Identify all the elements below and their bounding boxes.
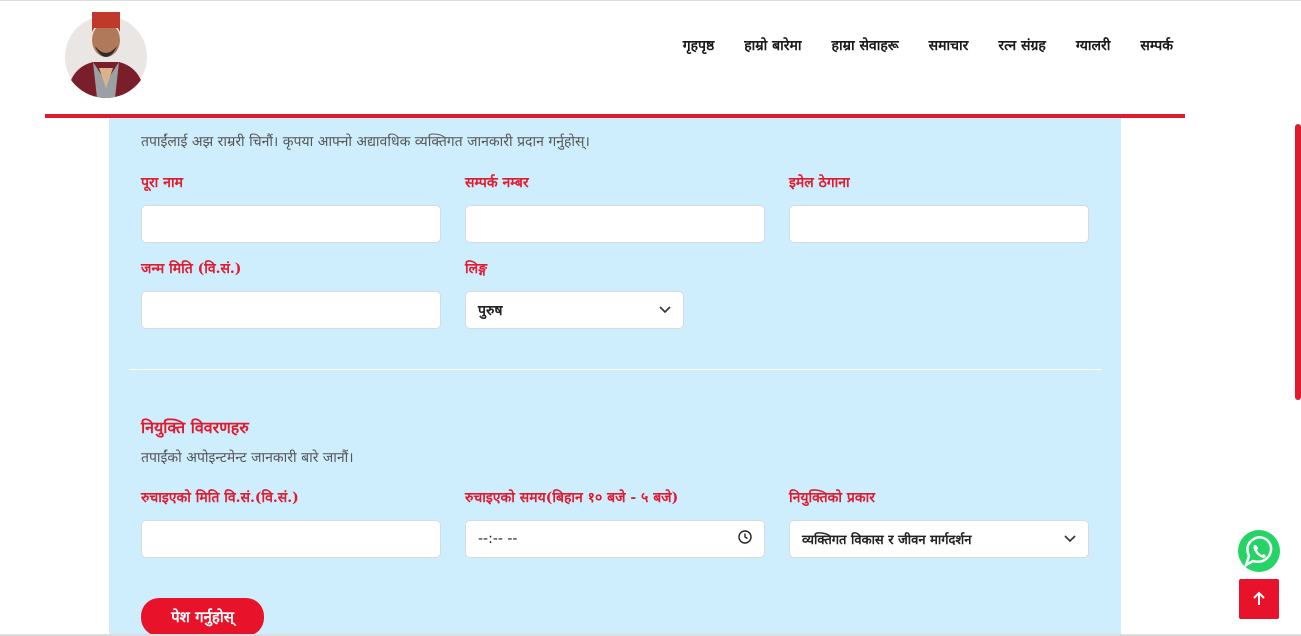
appointment-type-select[interactable]: व्यक्तिगत विकास र जीवन मार्गदर्शन (789, 520, 1089, 558)
nav-gallery[interactable]: ग्यालरी (1076, 36, 1111, 55)
whatsapp-button[interactable] (1233, 525, 1285, 577)
nav-home[interactable]: गृहपृष्ठ (683, 36, 715, 55)
gender-select-value: पुरुष (478, 302, 503, 319)
main-nav: गृहपृष्ठ हाम्रो बारेमा हाम्रा सेवाहरू सम… (653, 36, 1173, 55)
chevron-down-icon (1064, 532, 1076, 546)
contact-number-label: सम्पर्क नम्बर (465, 175, 529, 191)
gender-select[interactable]: पुरुष (465, 291, 684, 329)
site-header: गृहपृष्ठ हाम्रो बारेमा हाम्रा सेवाहरू सम… (0, 0, 1301, 118)
appointment-section-title: नियुक्ति विवरणहरु (141, 418, 249, 437)
whatsapp-icon (1234, 526, 1284, 576)
preferred-time-input[interactable]: --:-- -- (465, 520, 765, 558)
header-red-rule (45, 114, 1185, 118)
gender-label: लिङ्ग (465, 261, 487, 277)
contact-number-input[interactable] (465, 205, 765, 243)
appointment-type-value: व्यक्तिगत विकास र जीवन मार्गदर्शन (802, 533, 972, 548)
clock-icon[interactable] (738, 530, 752, 548)
nav-contact[interactable]: सम्पर्क (1140, 36, 1173, 55)
preferred-date-label: रुचाइएको मिति वि.सं.(वि.सं.) (141, 490, 299, 506)
nav-services[interactable]: हाम्रा सेवाहरू (832, 36, 899, 55)
form-panel (109, 118, 1121, 636)
logo-portrait[interactable] (63, 2, 149, 98)
submit-button[interactable]: पेश गर्नुहोस् (141, 598, 264, 636)
email-label: इमेल ठेगाना (789, 175, 850, 191)
header-top-border (0, 0, 1301, 1)
appointment-type-label: नियुक्तिको प्रकार (789, 490, 875, 506)
full-name-label: पूरा नाम (141, 175, 183, 191)
back-to-top-button[interactable] (1239, 579, 1279, 619)
scrollbar-thumb[interactable] (1295, 124, 1301, 400)
chevron-down-icon (659, 303, 671, 317)
dob-label: जन्म मिति (वि.सं.) (141, 261, 242, 277)
preferred-date-input[interactable] (141, 520, 441, 558)
preferred-time-label: रुचाइएको समय(बिहान १० बजे - ५ बजे) (465, 490, 679, 506)
arrow-up-icon (1253, 591, 1265, 605)
nav-news[interactable]: समाचार (929, 36, 969, 55)
full-name-input[interactable] (141, 205, 441, 243)
section-divider (129, 369, 1101, 370)
time-placeholder: --:-- -- (478, 531, 518, 547)
dob-input[interactable] (141, 291, 441, 329)
form-intro-text: तपाईंलाई अझ राम्ररी चिनौं। कृपया आफ्नो अ… (141, 134, 590, 150)
portrait-image (63, 2, 149, 98)
email-input[interactable] (789, 205, 1089, 243)
nav-about[interactable]: हाम्रो बारेमा (744, 36, 801, 55)
nav-gems[interactable]: रत्न संग्रह (998, 36, 1045, 55)
appointment-section-subtitle: तपाईंको अपोइन्टमेन्ट जानकारी बारे जानौं। (141, 450, 354, 466)
